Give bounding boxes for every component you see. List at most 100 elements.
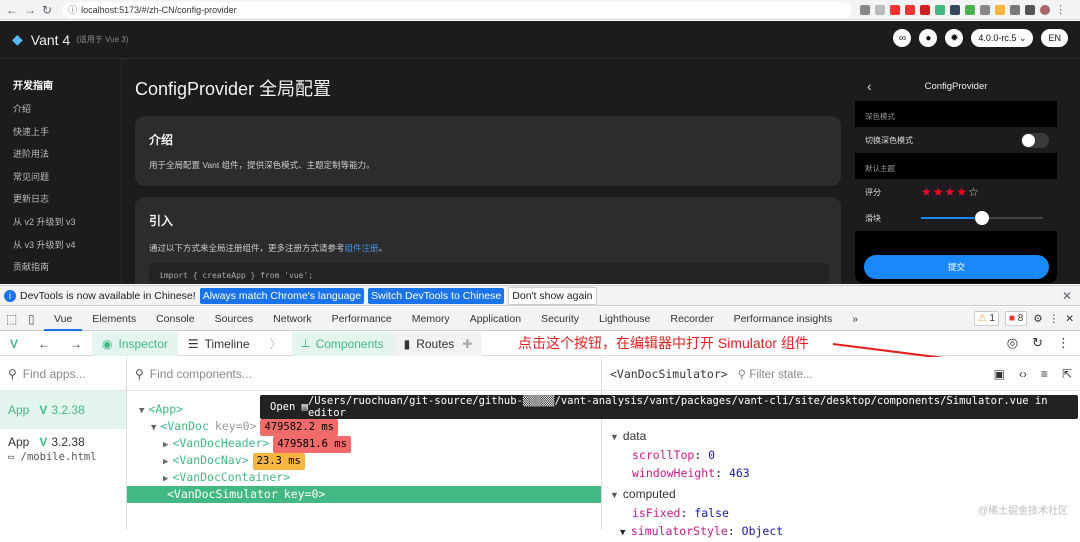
puzzle-icon[interactable] xyxy=(1010,4,1021,15)
extension-icon[interactable] xyxy=(995,4,1006,15)
find-components-search[interactable]: ⚲ Find components... xyxy=(127,357,601,391)
expand-icon[interactable]: ▶ xyxy=(163,440,168,450)
avatar[interactable] xyxy=(1040,4,1051,15)
back-arrow-icon[interactable]: ‹ xyxy=(867,78,872,94)
more-tabs-icon[interactable]: » xyxy=(842,307,868,331)
app-item[interactable]: App V 3.2.38 xyxy=(0,391,126,429)
tree-node[interactable]: ▶ <VanDocHeader> 479581.6 ms xyxy=(127,435,601,453)
state-prop[interactable]: windowHeight: 463 xyxy=(602,464,1080,482)
tab-timeline[interactable]: ☰ Timeline xyxy=(178,332,260,356)
sidebar-item-advanced[interactable]: 进阶用法 xyxy=(0,143,121,166)
menu-icon[interactable]: ⋮ xyxy=(1055,3,1066,16)
settings-icon[interactable]: ⚙ xyxy=(1033,313,1042,325)
tab-components[interactable]: ⟂ Components xyxy=(291,331,394,356)
open-in-editor-icon[interactable]: ⇱ xyxy=(1062,367,1072,381)
tree-node[interactable]: ▼ <VanDoc key=0> 479582.2 ms xyxy=(127,418,601,436)
slider-knob[interactable] xyxy=(975,211,989,225)
back-icon[interactable]: ← xyxy=(28,332,60,356)
device-icon[interactable]: ▯ xyxy=(28,312,44,326)
tab-elements[interactable]: Elements xyxy=(82,307,146,331)
menu-icon[interactable]: ⋮ xyxy=(1057,335,1070,351)
bookmark-icon[interactable] xyxy=(875,4,886,15)
tab-performance[interactable]: Performance xyxy=(322,307,402,331)
tab-vue[interactable]: Vue xyxy=(44,307,83,331)
extension-icon[interactable] xyxy=(965,4,976,15)
theme-icon[interactable]: ✹ xyxy=(945,29,964,47)
star-filled-icon[interactable]: ★ xyxy=(956,185,968,199)
app-item[interactable]: App V 3.2.38 ▭ /mobile.html xyxy=(0,429,126,471)
sidebar-item-changelog[interactable]: 更新日志 xyxy=(0,188,121,211)
error-badge[interactable]: ■ 8 xyxy=(1004,311,1028,326)
tab-network[interactable]: Network xyxy=(263,307,322,331)
extension-icon[interactable] xyxy=(950,4,961,15)
address-bar[interactable]: ⓘ localhost:5173/#/zh-CN/config-provider xyxy=(62,1,853,18)
link-icon[interactable]: ∞ xyxy=(893,29,912,47)
warning-badge[interactable]: ⚠ 1 xyxy=(973,311,999,326)
extension-icon[interactable] xyxy=(980,4,991,15)
tree-node[interactable]: <VanDocSimulator key=0> xyxy=(127,486,601,503)
star-filled-icon[interactable]: ★ xyxy=(933,185,945,199)
star-empty-icon[interactable]: ☆ xyxy=(968,185,980,199)
tab-inspector[interactable]: ◉ Inspector xyxy=(92,331,178,356)
sidebar-item-contribution[interactable]: 贡献指南 xyxy=(0,256,121,279)
refresh-icon[interactable]: ↻ xyxy=(1032,335,1043,351)
back-icon[interactable]: ← xyxy=(6,3,18,17)
tab-sources[interactable]: Sources xyxy=(205,307,264,331)
tab-performance-insights[interactable]: Performance insights xyxy=(724,307,843,331)
code-icon[interactable]: ‹› xyxy=(1019,367,1027,381)
sidebar-item-migrate-v3[interactable]: 从 v2 升级到 v3 xyxy=(0,211,121,234)
share-icon[interactable] xyxy=(860,4,871,15)
target-icon[interactable]: ◎ xyxy=(1007,335,1018,351)
inspect-icon[interactable]: ⬚ xyxy=(6,312,22,326)
scroll-to-component-icon[interactable]: ▣ xyxy=(994,367,1005,381)
submit-button[interactable]: 提交 xyxy=(864,255,1049,279)
tab-memory[interactable]: Memory xyxy=(402,307,460,331)
tree-node[interactable]: ▶ <VanDocNav> 23.3 ms xyxy=(127,452,601,470)
find-apps-search[interactable]: ⚲ Find apps... xyxy=(0,357,126,391)
state-prop[interactable]: scrollTop: 0 xyxy=(602,446,1080,464)
expand-icon[interactable]: ▶ xyxy=(163,457,168,467)
extension-icon[interactable] xyxy=(905,4,916,15)
rate-stars[interactable]: ★★★★☆ xyxy=(921,185,980,199)
lang-switch[interactable]: EN xyxy=(1041,29,1068,47)
tab-security[interactable]: Security xyxy=(531,307,589,331)
list-icon[interactable]: ≡ xyxy=(1041,367,1048,381)
dark-mode-switch[interactable] xyxy=(1021,133,1049,148)
filter-state-search[interactable]: ⚲ Filter state... xyxy=(738,367,813,381)
tab-lighthouse[interactable]: Lighthouse xyxy=(589,307,660,331)
extension-icon[interactable] xyxy=(890,4,901,15)
star-filled-icon[interactable]: ★ xyxy=(945,185,957,199)
computed-prop[interactable]: ▼ simulatorStyle: Object xyxy=(602,522,1080,540)
vue-icon[interactable] xyxy=(935,4,946,15)
reload-icon[interactable]: ↻ xyxy=(42,3,52,17)
sidebar-item-intro[interactable]: 介绍 xyxy=(0,98,121,121)
tab-recorder[interactable]: Recorder xyxy=(660,307,723,331)
menu-icon[interactable]: ⋮ xyxy=(1049,313,1060,325)
slider-track[interactable] xyxy=(921,211,1043,225)
close-icon[interactable]: ✕ xyxy=(1065,313,1074,325)
close-icon[interactable]: ✕ xyxy=(1062,289,1072,303)
forward-icon[interactable]: → xyxy=(60,332,92,356)
tab-application[interactable]: Application xyxy=(460,307,531,331)
expand-icon[interactable]: ▼ xyxy=(139,406,144,416)
extension-icon[interactable] xyxy=(920,4,931,15)
switch-chinese-button[interactable]: Switch DevTools to Chinese xyxy=(368,287,505,304)
tab-console[interactable]: Console xyxy=(146,307,205,331)
expand-icon[interactable]: ▶ xyxy=(163,474,168,484)
forward-icon[interactable]: → xyxy=(24,3,36,17)
github-icon[interactable]: ● xyxy=(919,29,938,47)
sidebar-item-faq[interactable]: 常见问题 xyxy=(0,166,121,189)
version-select[interactable]: 4.0.0-rc.5 ⌄ xyxy=(971,29,1034,47)
dont-show-button[interactable]: Don't show again xyxy=(508,286,597,305)
sidebar-item-quickstart[interactable]: 快速上手 xyxy=(0,121,121,144)
sidebar-icon[interactable] xyxy=(1025,4,1036,15)
star-filled-icon[interactable]: ★ xyxy=(921,185,933,199)
tree-node[interactable]: ▶ <VanDocContainer> xyxy=(127,469,601,486)
expand-icon[interactable]: ▼ xyxy=(151,423,156,433)
vant-logo-icon[interactable]: ◆ xyxy=(12,31,23,48)
data-section[interactable]: ▼ data xyxy=(602,427,1080,446)
sidebar-item-migrate-v4[interactable]: 从 v3 升级到 v4 xyxy=(0,234,121,257)
match-language-button[interactable]: Always match Chrome's language xyxy=(199,287,365,304)
tab-routes[interactable]: ▮ Routes ✚ xyxy=(393,331,483,356)
register-link[interactable]: 组件注册 xyxy=(345,243,379,253)
